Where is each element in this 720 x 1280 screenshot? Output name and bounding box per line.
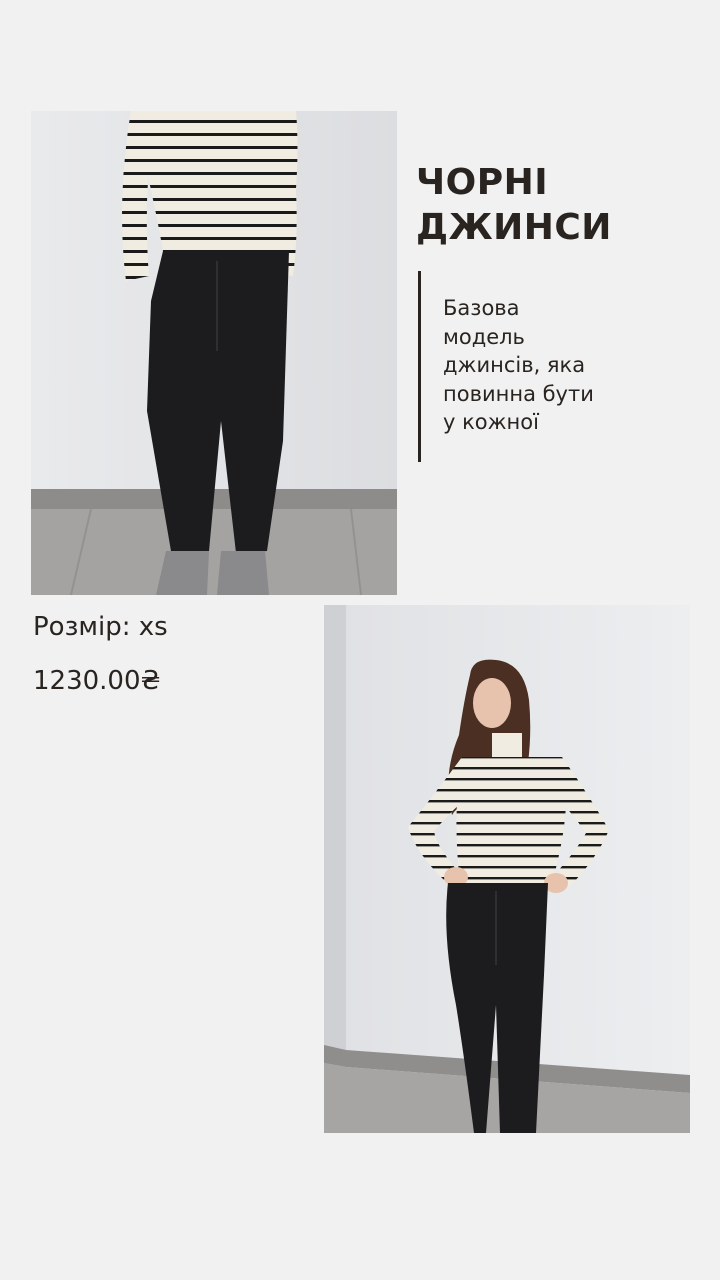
description-line: повинна бути [443, 381, 594, 406]
description-line: модель [443, 324, 525, 349]
photo-full-body-illustration [324, 605, 690, 1133]
product-title-line-1: ЧОРНІ [416, 162, 549, 203]
product-size: Розмір: xs [33, 612, 168, 642]
description-divider [418, 271, 421, 462]
product-photo-closeup [31, 111, 397, 595]
description-line: у кожної [443, 410, 539, 434]
product-price: 1230.00₴ [33, 666, 161, 696]
photo-closeup-illustration [31, 111, 397, 595]
product-description: Базова модель джинсів, яка повинна бути … [443, 294, 693, 437]
description-line: Базова [443, 296, 520, 320]
product-title-line-2: ДЖИНСИ [416, 207, 612, 248]
product-title: ЧОРНІ ДЖИНСИ [416, 160, 706, 250]
product-photo-full-body [324, 605, 690, 1133]
description-line: джинсів, яка [443, 353, 586, 377]
